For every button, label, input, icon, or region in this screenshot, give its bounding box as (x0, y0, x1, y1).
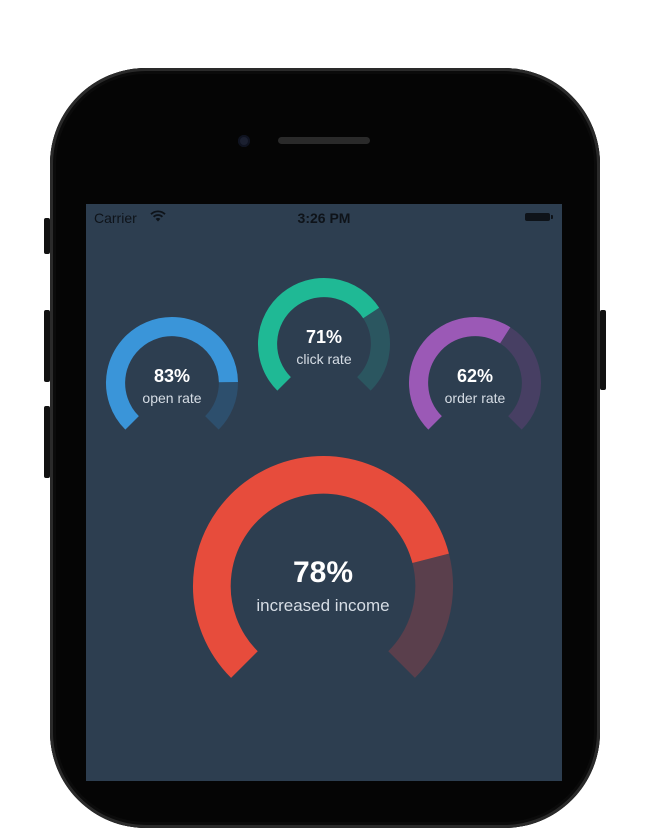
status-time: 3:26 PM (297, 210, 351, 226)
gauge-label: order rate (444, 390, 506, 406)
gauge-percent: 71% (305, 327, 343, 347)
power-button (600, 310, 606, 390)
volume-down-button (44, 406, 50, 478)
gauge-percent: 78% (292, 556, 354, 589)
gauge-percent: 83% (153, 366, 191, 386)
status-bar: Carrier 3:26 PM (86, 204, 562, 230)
screen: Carrier 3:26 PM 83% open rate 71% click … (86, 204, 562, 781)
front-camera-icon (238, 135, 250, 147)
gauge-click-rate[interactable]: 71% click rate (258, 277, 390, 410)
silent-switch (44, 218, 50, 254)
gauge-track (356, 307, 390, 391)
volume-up-button (44, 310, 50, 382)
gauge-label: open rate (142, 390, 202, 406)
battery-icon (525, 213, 553, 221)
gauge-increased-income[interactable]: 78% increased income (193, 456, 453, 716)
gauge-percent: 62% (456, 366, 494, 386)
gauge-order-rate[interactable]: 62% order rate (409, 317, 541, 449)
speaker-grille (278, 137, 370, 144)
gauge-label: click rate (296, 351, 352, 367)
gauge-open-rate[interactable]: 83% open rate (106, 317, 238, 449)
gauge-label: increased income (256, 596, 390, 615)
